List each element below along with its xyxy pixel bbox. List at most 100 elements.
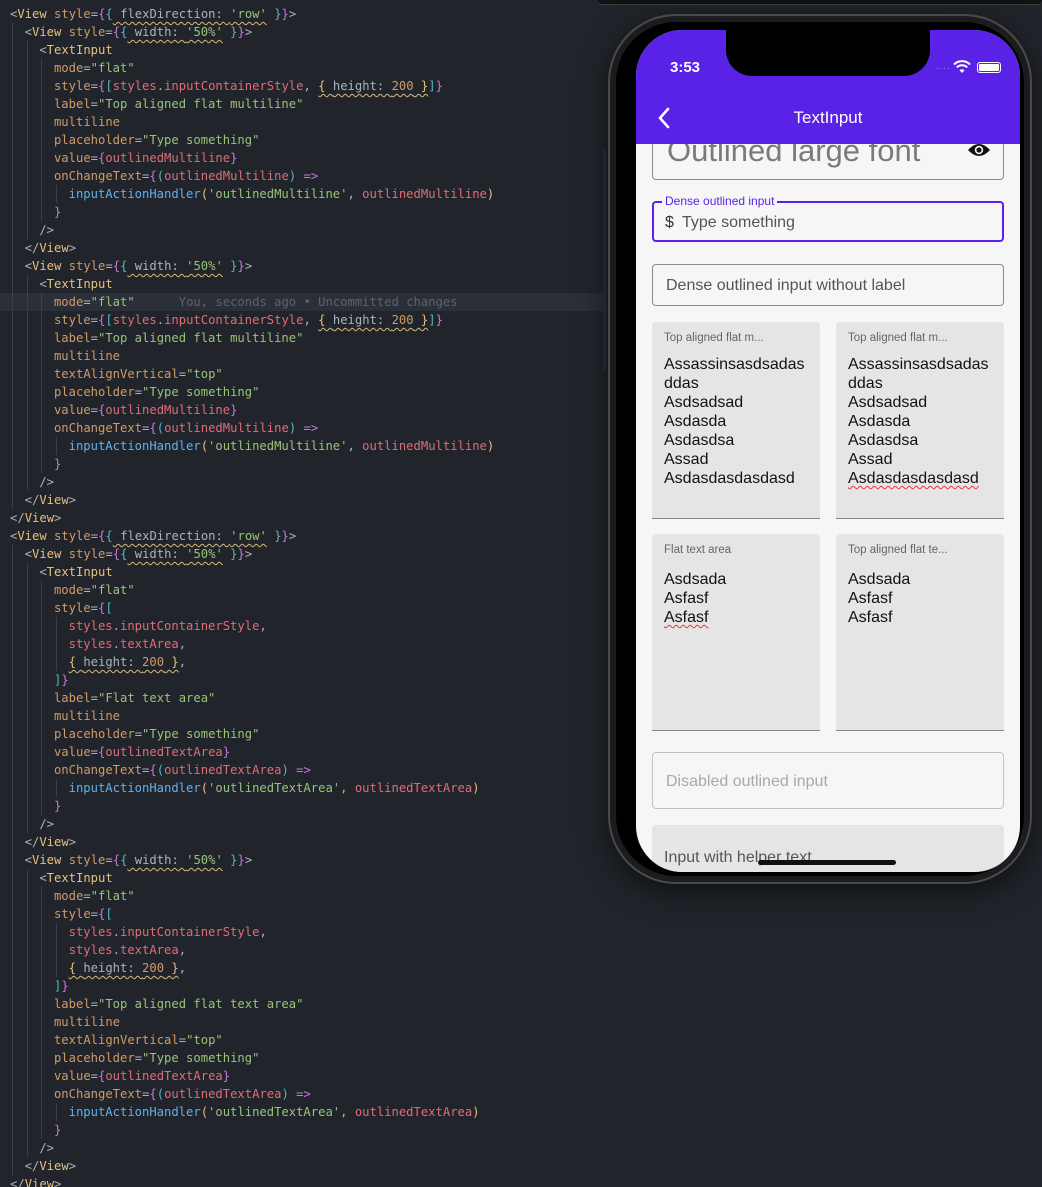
phone-bezel: 3:53 ···· TextInput Outlined large font xyxy=(616,22,1024,876)
code-line[interactable]: value={outlinedMultiline} xyxy=(0,401,606,419)
code-line[interactable]: onChangeText={(outlinedMultiline) => xyxy=(0,167,606,185)
code-line[interactable]: multiline xyxy=(0,113,606,131)
scrollbar[interactable] xyxy=(603,150,606,370)
code-line[interactable]: { height: 200 }, xyxy=(0,653,606,671)
indent-guide xyxy=(26,77,28,95)
code-line[interactable]: <View style={{ width: '50%' }}> xyxy=(0,545,606,563)
code-line[interactable]: placeholder="Type something" xyxy=(0,725,606,743)
code-line[interactable]: style={[ xyxy=(0,905,606,923)
code-line[interactable]: } xyxy=(0,797,606,815)
code-line[interactable]: mode="flat" xyxy=(0,581,606,599)
code-line[interactable]: multiline xyxy=(0,347,606,365)
code-line[interactable]: </View> xyxy=(0,1175,606,1187)
code-text: styles.inputContainerStyle, xyxy=(68,619,267,633)
code-line[interactable]: </View> xyxy=(0,1157,606,1175)
code-line[interactable]: <View style={{ flexDirection: 'row' }}> xyxy=(0,527,606,545)
top-aligned-flat-text-area[interactable]: Top aligned flat te... Asdsada Asfasf Asfa… xyxy=(836,534,1004,731)
flat-text-area[interactable]: Flat text area Asdsada Asfasf Asfasf xyxy=(652,534,820,731)
code-line[interactable]: onChangeText={(outlinedMultiline) => xyxy=(0,419,606,437)
code-line[interactable]: ]} xyxy=(0,977,606,995)
code-line[interactable]: <View style={{ width: '50%' }}> xyxy=(0,851,606,869)
code-line[interactable]: /> xyxy=(0,815,606,833)
input-placeholder: Dense outlined input without label xyxy=(666,277,906,294)
code-line[interactable]: style={[ xyxy=(0,599,606,617)
code-line[interactable]: label="Top aligned flat text area" xyxy=(0,995,606,1013)
indent-guide xyxy=(12,869,13,887)
code-line[interactable]: label="Flat text area" xyxy=(0,689,606,707)
indent-guide xyxy=(12,1121,13,1139)
code-line[interactable]: </View> xyxy=(0,509,606,527)
code-line[interactable]: /> xyxy=(0,221,606,239)
code-line[interactable]: style={[styles.inputContainerStyle, { he… xyxy=(0,311,606,329)
notch xyxy=(726,30,930,76)
code-editor[interactable]: <View style={{ flexDirection: 'row' }}> <… xyxy=(0,0,606,1187)
indent-guide xyxy=(41,941,43,959)
code-line[interactable]: /> xyxy=(0,473,606,491)
outlined-large-font-input[interactable]: Outlined large font xyxy=(652,144,1004,180)
scroll-content[interactable]: Outlined large font Dense outlined input… xyxy=(636,144,1020,872)
code-line[interactable]: label="Top aligned flat multiline" xyxy=(0,95,606,113)
code-line[interactable]: mode="flat" xyxy=(0,59,606,77)
code-line[interactable]: <TextInput xyxy=(0,869,606,887)
indent-guide xyxy=(26,1049,28,1067)
code-line[interactable]: <View style={{ flexDirection: 'row' }}> xyxy=(0,5,606,23)
code-line[interactable]: ]} xyxy=(0,671,606,689)
code-line[interactable]: inputActionHandler('outlinedTextArea', o… xyxy=(0,779,606,797)
code-text: <View style={{ width: '50%' }}> xyxy=(24,25,253,39)
code-line[interactable]: inputActionHandler('outlinedMultiline', … xyxy=(0,185,606,203)
code-line[interactable]: onChangeText={(outlinedTextArea) => xyxy=(0,761,606,779)
code-line[interactable]: placeholder="Type something" xyxy=(0,383,606,401)
indent-guide xyxy=(12,239,13,257)
code-line[interactable]: styles.textArea, xyxy=(0,941,606,959)
code-line[interactable]: </View> xyxy=(0,833,606,851)
code-line[interactable]: value={outlinedTextArea} xyxy=(0,1067,606,1085)
code-line[interactable]: } xyxy=(0,203,606,221)
indent-guide xyxy=(26,653,28,671)
dense-outlined-input[interactable]: Dense outlined input $ Type something xyxy=(652,194,1004,242)
code-line[interactable]: <TextInput xyxy=(0,563,606,581)
code-line[interactable]: styles.textArea, xyxy=(0,635,606,653)
code-line[interactable]: placeholder="Type something" xyxy=(0,1049,606,1067)
code-line[interactable]: multiline xyxy=(0,1013,606,1031)
code-line[interactable]: inputActionHandler('outlinedMultiline', … xyxy=(0,437,606,455)
dense-outlined-input-no-label[interactable]: Dense outlined input without label xyxy=(652,264,1004,306)
top-aligned-flat-multiline-input[interactable]: Top aligned flat m... Assassinsasdsadas d… xyxy=(836,322,1004,519)
indent-guide xyxy=(41,95,43,113)
code-line[interactable]: <View style={{ width: '50%' }}> xyxy=(0,23,606,41)
git-blame-annotation: You, seconds ago • Uncommitted changes xyxy=(134,295,458,309)
indent-guide xyxy=(41,347,43,365)
home-indicator[interactable] xyxy=(758,860,896,865)
code-line[interactable]: } xyxy=(0,1121,606,1139)
code-line[interactable]: </View> xyxy=(0,239,606,257)
code-line[interactable]: <View style={{ width: '50%' }}> xyxy=(0,257,606,275)
eye-icon[interactable] xyxy=(967,144,991,158)
code-line[interactable]: style={[styles.inputContainerStyle, { he… xyxy=(0,77,606,95)
indent-guide xyxy=(41,437,43,455)
indent-guide xyxy=(26,635,28,653)
code-line[interactable]: styles.inputContainerStyle, xyxy=(0,923,606,941)
code-line[interactable]: multiline xyxy=(0,707,606,725)
indent-guide xyxy=(12,797,13,815)
code-line[interactable]: <TextInput xyxy=(0,275,606,293)
code-line[interactable]: mode="flat" You, seconds ago • Uncommitt… xyxy=(0,293,606,311)
code-line[interactable]: label="Top aligned flat multiline" xyxy=(0,329,606,347)
code-line[interactable]: </View> xyxy=(0,491,606,509)
code-text: style={[ xyxy=(53,601,113,615)
code-line[interactable]: } xyxy=(0,455,606,473)
code-line[interactable]: { height: 200 }, xyxy=(0,959,606,977)
code-line[interactable]: styles.inputContainerStyle, xyxy=(0,617,606,635)
indent-guide xyxy=(12,311,13,329)
code-line[interactable]: onChangeText={(outlinedTextArea) => xyxy=(0,1085,606,1103)
code-line[interactable]: value={outlinedTextArea} xyxy=(0,743,606,761)
code-text: styles.textArea, xyxy=(68,943,187,957)
code-line[interactable]: <TextInput xyxy=(0,41,606,59)
value-line: Assad xyxy=(664,451,709,468)
code-line[interactable]: /> xyxy=(0,1139,606,1157)
code-line[interactable]: placeholder="Type something" xyxy=(0,131,606,149)
flat-multiline-input[interactable]: Top aligned flat m... Assassinsasdsadas d… xyxy=(652,322,820,519)
code-line[interactable]: inputActionHandler('outlinedTextArea', o… xyxy=(0,1103,606,1121)
code-line[interactable]: value={outlinedMultiline} xyxy=(0,149,606,167)
code-line[interactable]: mode="flat" xyxy=(0,887,606,905)
code-line[interactable]: textAlignVertical="top" xyxy=(0,1031,606,1049)
code-line[interactable]: textAlignVertical="top" xyxy=(0,365,606,383)
